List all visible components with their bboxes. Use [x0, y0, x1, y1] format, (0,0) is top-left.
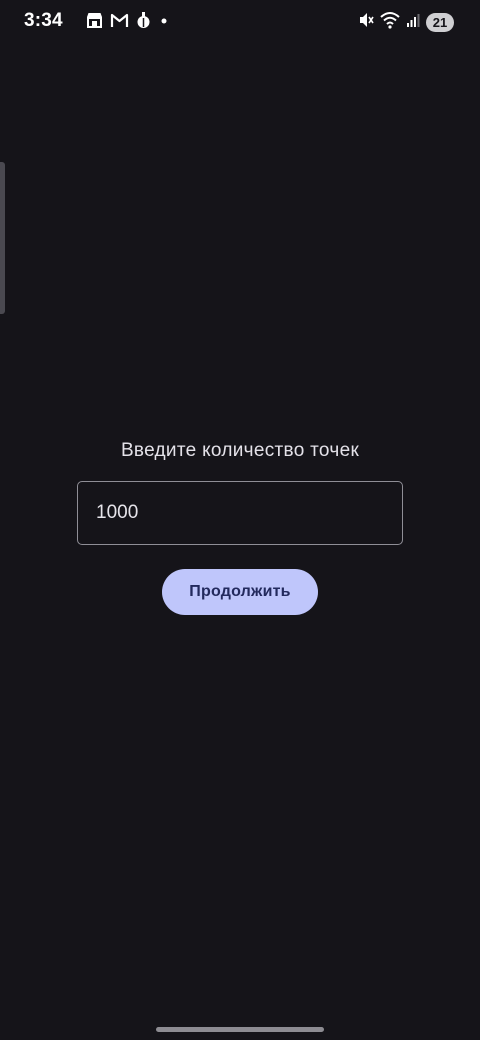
- gmail-icon: [110, 12, 129, 28]
- bug-app-icon: [135, 11, 152, 29]
- status-time: 3:34: [24, 10, 63, 31]
- wifi-icon: [380, 11, 400, 34]
- points-count-input[interactable]: [77, 481, 403, 545]
- notification-icons: [85, 11, 170, 29]
- system-icons: 21: [358, 11, 454, 34]
- app-screen: 3:34 21 Введите количество точек 1000 Пр…: [0, 0, 480, 1040]
- points-prompt-label: Введите количество точек: [120, 440, 360, 461]
- gesture-navigation-bar[interactable]: [156, 1027, 324, 1032]
- continue-button[interactable]: Продолжить: [162, 569, 318, 615]
- signal-icon: [406, 12, 420, 33]
- battery-icon: 21: [426, 13, 454, 32]
- store-icon: [85, 11, 104, 29]
- notification-dot-icon: [158, 11, 170, 29]
- edge-panel-handle[interactable]: [0, 162, 5, 314]
- mute-icon: [358, 11, 374, 34]
- status-bar: 3:34 21: [0, 0, 480, 44]
